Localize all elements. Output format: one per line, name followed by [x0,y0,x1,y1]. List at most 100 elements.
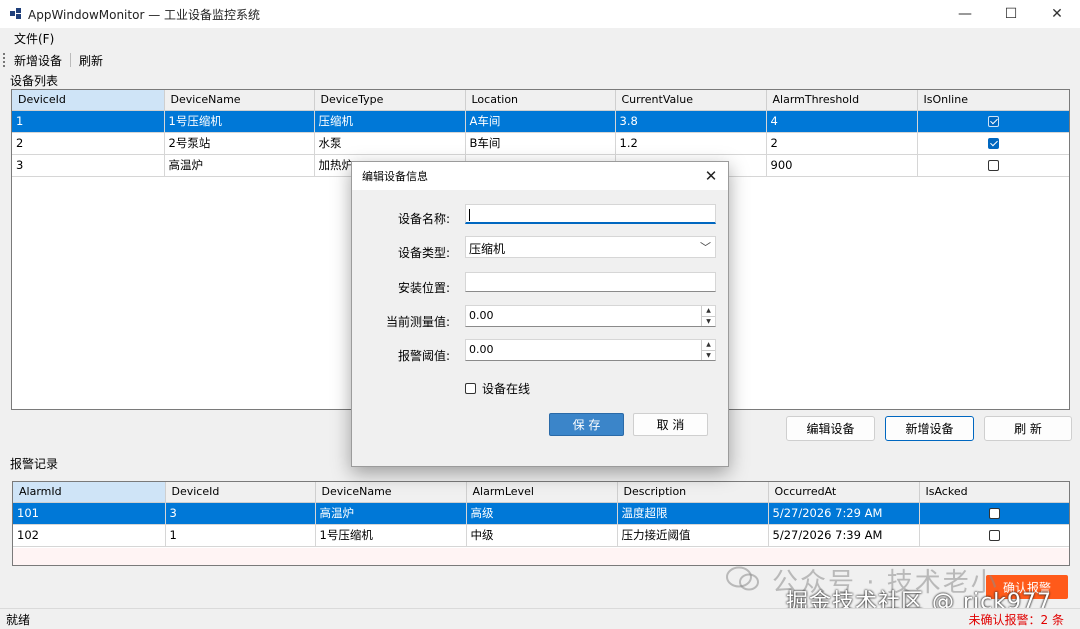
cell[interactable]: 1 [165,524,316,547]
cell[interactable]: 压缩机 [314,110,466,133]
edit-device-dialog: 编辑设备信息 ✕ 设备名称: 设备类型: 压缩机 ﹀ 安装位置: 当前测量值: … [351,161,729,467]
close-window-button[interactable]: ✕ [1034,0,1080,28]
spin-down-icon[interactable]: ▼ [702,315,715,327]
online-checkbox[interactable] [988,160,999,171]
device-type-value: 压缩机 [469,242,506,256]
cell[interactable]: 5/27/2026 7:29 AM [768,502,920,525]
location-input[interactable] [465,272,716,292]
unacked-alarm-count: 未确认报警：2 条 [968,612,1064,627]
online-label: 设备在线 [482,382,531,396]
table-row[interactable]: 102 1 1号压缩机 中级 压力接近阈值 5/27/2026 7:39 AM [13,524,1069,547]
cell[interactable]: 高温炉 [164,154,315,177]
status-bar: 就绪 未确认报警：2 条 [0,608,1080,629]
col-header[interactable]: IsOnline [917,90,1069,111]
dialog-title-bar: 编辑设备信息 [352,162,728,190]
cell[interactable] [919,502,1069,525]
menu-file[interactable]: 文件(F) [0,30,68,47]
cell[interactable] [919,524,1069,547]
title-bar: AppWindowMonitor — 工业设备监控系统 — ☐ ✕ [0,0,1080,28]
table-row[interactable]: 1 1号压缩机 压缩机 A车间 3.8 4 [12,110,1069,133]
col-header[interactable]: IsAcked [919,482,1069,503]
table-row[interactable]: 2 2号泵站 水泵 B车间 1.2 2 [12,132,1069,155]
maximize-button[interactable]: ☐ [988,0,1034,28]
cell[interactable]: 2号泵站 [164,132,315,155]
cell[interactable]: 压力接近阈值 [617,524,769,547]
alarm-list-label: 报警记录 [10,457,59,471]
cell[interactable]: 2 [12,132,165,155]
cell[interactable]: 900 [766,154,918,177]
toolbar-separator [70,53,72,67]
location-label: 安装位置: [397,281,450,295]
toolbar-add-device[interactable]: 新增设备 [10,52,66,69]
app-icon [10,8,22,20]
device-name-input[interactable] [465,204,716,224]
cell[interactable]: 高级 [466,502,618,525]
col-header[interactable]: DeviceType [314,90,466,111]
cell[interactable]: 102 [13,524,166,547]
toolbar-grip-icon[interactable] [3,53,6,67]
cell[interactable] [917,154,1069,177]
save-button[interactable]: 保 存 [549,413,624,436]
online-checkbox-row[interactable]: 设备在线 [465,380,530,397]
cell[interactable]: 5/27/2026 7:39 AM [768,524,920,547]
col-header[interactable]: AlarmId [13,482,166,503]
current-value-numeric[interactable]: 0.00 ▲ ▼ [465,305,716,327]
col-header[interactable]: OccurredAt [768,482,920,503]
edit-device-button[interactable]: 编辑设备 [786,416,875,441]
cell[interactable]: 水泵 [314,132,466,155]
toolbar-refresh[interactable]: 刷新 [75,52,107,69]
spin-up-icon[interactable]: ▲ [702,340,715,350]
col-header[interactable]: DeviceName [315,482,467,503]
spin-down-icon[interactable]: ▼ [702,349,715,361]
cell[interactable]: A车间 [465,110,616,133]
cell[interactable]: B车间 [465,132,616,155]
cell[interactable]: 温度超限 [617,502,769,525]
cancel-button[interactable]: 取 消 [633,413,708,436]
col-header[interactable]: DeviceName [164,90,315,111]
refresh-button[interactable]: 刷 新 [984,416,1072,441]
alarm-grid-header: AlarmId DeviceId DeviceName AlarmLevel D… [13,482,1069,503]
col-header[interactable]: DeviceId [12,90,165,111]
cell[interactable]: 3 [12,154,165,177]
alarm-grid[interactable]: AlarmId DeviceId DeviceName AlarmLevel D… [12,481,1070,566]
cell[interactable]: 3 [165,502,316,525]
online-checkbox[interactable] [988,138,999,149]
online-checkbox[interactable] [988,116,999,127]
text-caret [469,209,470,221]
col-header[interactable]: Location [465,90,616,111]
minimize-button[interactable]: — [942,0,988,28]
threshold-value: 0.00 [469,343,494,356]
col-header[interactable]: CurrentValue [615,90,767,111]
spin-up-icon[interactable]: ▲ [702,306,715,316]
device-type-select[interactable]: 压缩机 ﹀ [465,236,716,258]
col-header[interactable]: DeviceId [165,482,316,503]
device-type-label: 设备类型: [397,246,450,260]
col-header[interactable]: Description [617,482,769,503]
current-value: 0.00 [469,309,494,322]
cell[interactable] [917,110,1069,133]
cell[interactable]: 3.8 [615,110,767,133]
acked-checkbox[interactable] [989,530,1000,541]
add-device-button[interactable]: 新增设备 [885,416,974,441]
cell[interactable]: 1号压缩机 [315,524,467,547]
device-grid-header: DeviceId DeviceName DeviceType Location … [12,90,1069,111]
dialog-title: 编辑设备信息 [362,170,428,183]
col-header[interactable]: AlarmLevel [466,482,618,503]
cell[interactable]: 101 [13,502,166,525]
cell[interactable] [917,132,1069,155]
cell[interactable]: 2 [766,132,918,155]
online-checkbox[interactable] [465,383,476,394]
acked-checkbox[interactable] [989,508,1000,519]
device-name-label: 设备名称: [397,212,450,226]
cell[interactable]: 中级 [466,524,618,547]
cell[interactable]: 高温炉 [315,502,467,525]
cell[interactable]: 1号压缩机 [164,110,315,133]
cell[interactable]: 4 [766,110,918,133]
chevron-down-icon: ﹀ [700,241,711,254]
close-icon[interactable]: ✕ [702,167,720,185]
cell[interactable]: 1 [12,110,165,133]
table-row[interactable]: 101 3 高温炉 高级 温度超限 5/27/2026 7:29 AM [13,502,1069,525]
threshold-numeric[interactable]: 0.00 ▲ ▼ [465,339,716,361]
cell[interactable]: 1.2 [615,132,767,155]
col-header[interactable]: AlarmThreshold [766,90,918,111]
